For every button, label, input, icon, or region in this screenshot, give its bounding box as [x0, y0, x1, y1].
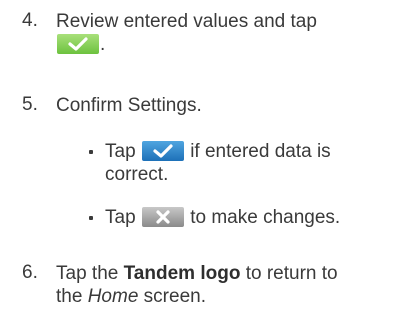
step-6-pre: Tap the: [56, 263, 119, 284]
step-4-line1: Review entered values and tap: [56, 11, 317, 32]
checkmark-icon: [153, 144, 173, 158]
step-6-line2-post: screen.: [143, 286, 206, 307]
cancel-gray-button: [141, 207, 184, 227]
bullet-pre: Tap: [105, 141, 136, 162]
step-number: 6.: [22, 262, 38, 283]
confirm-green-button: [57, 34, 99, 54]
step-4-period: .: [100, 34, 106, 55]
bullet-post: if entered data is: [190, 141, 331, 162]
bullet-pre: Tap: [105, 207, 136, 228]
bullet-text: Tap to make changes.: [105, 206, 390, 229]
step-text: Confirm Settings.: [56, 95, 202, 116]
step-6-line2-pre: the: [56, 286, 83, 307]
bullet-line2: correct.: [105, 164, 169, 185]
bullet-post: to make changes.: [190, 207, 341, 228]
tandem-logo-label: Tandem logo: [123, 263, 241, 284]
step-number: 4.: [22, 10, 38, 31]
bullet-marker: [89, 141, 99, 161]
confirm-blue-button: [141, 141, 184, 161]
step-number: 5.: [22, 94, 38, 115]
step-6-post: to return to: [245, 263, 338, 284]
step-text: Review entered values and tap .: [56, 10, 390, 56]
checkmark-icon: [68, 37, 88, 51]
step-text: Tap the Tandem logo to return to the Hom…: [56, 262, 390, 308]
x-icon: [156, 210, 170, 224]
home-screen-label: Home: [87, 286, 139, 307]
bullet-text: Tap if entered data is correct.: [105, 140, 390, 186]
bullet-marker: [89, 207, 99, 227]
